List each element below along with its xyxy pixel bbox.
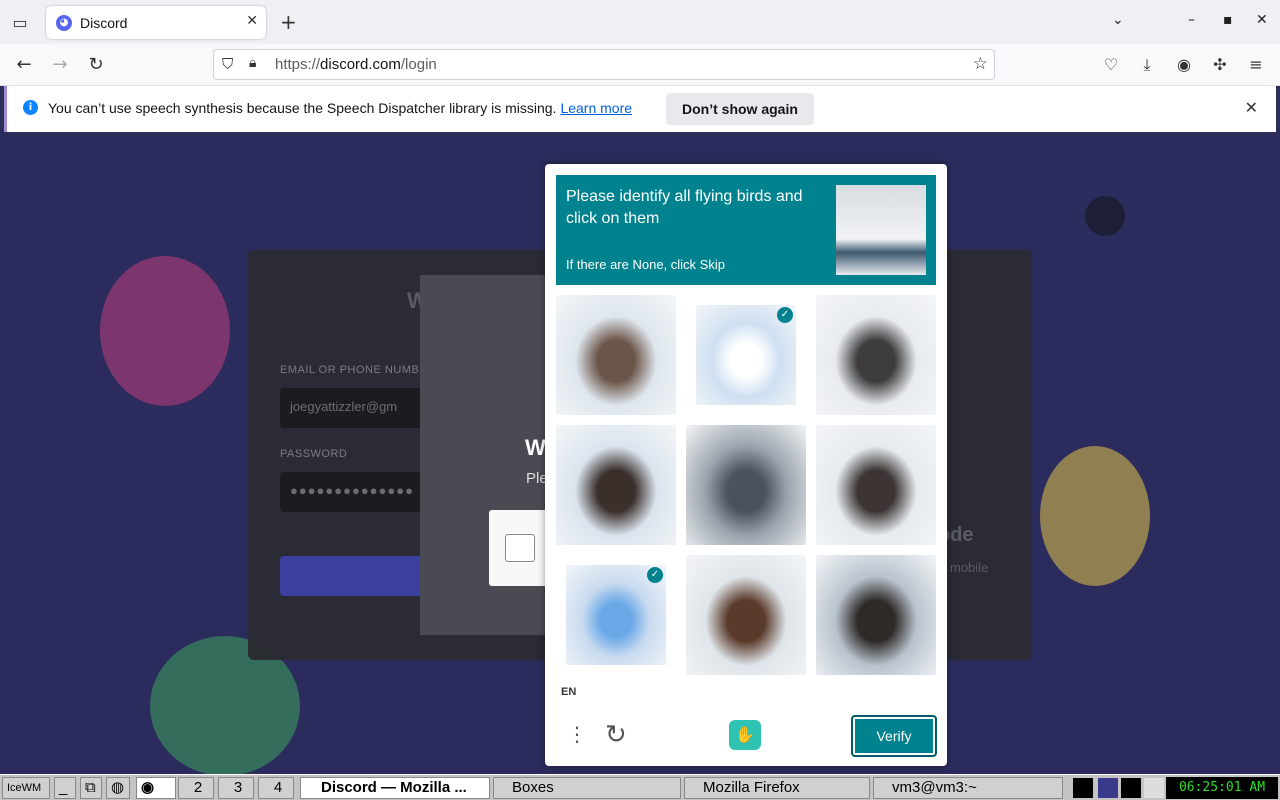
url-text[interactable]: https://discord.com/login (275, 56, 437, 73)
captcha-image (556, 425, 676, 545)
tab-title: Discord (80, 14, 128, 31)
challenge-prompt: Please identify all flying birds and cli… (556, 175, 936, 285)
close-window-icon[interactable]: ✕ (1256, 12, 1268, 28)
captcha-image-cell[interactable] (556, 295, 676, 415)
shield-icon[interactable]: ⛉ (222, 55, 233, 73)
lock-icon[interactable]: 🔒︎ (249, 55, 256, 71)
downloads-icon[interactable]: ⤓ (1137, 55, 1157, 75)
hcaptcha-logo-icon[interactable]: ✋ (729, 720, 761, 750)
taskbar-window-firefox[interactable]: Mozilla Firefox (684, 777, 870, 799)
captcha-image (556, 295, 676, 415)
captcha-image-cell[interactable]: ✓ (556, 555, 676, 675)
clock: 06:25:01 AM (1166, 777, 1278, 799)
captcha-image-cell[interactable] (556, 425, 676, 545)
captcha-image (686, 555, 806, 675)
memory-monitor-icon (1121, 778, 1141, 798)
cpu-monitor-icon (1073, 778, 1093, 798)
hcaptcha-checkbox-widget (489, 510, 549, 586)
bookmark-star-icon[interactable]: ☆ (973, 54, 988, 74)
prompt-text: Please identify all flying birds and cli… (566, 188, 803, 227)
captcha-image-cell[interactable] (816, 425, 936, 545)
new-tab-icon[interactable]: + (280, 10, 297, 34)
menu-icon[interactable]: ≡ (1246, 55, 1266, 74)
maximize-icon[interactable]: ▪ (1223, 12, 1233, 28)
pocket-icon[interactable]: ♡ (1101, 55, 1121, 74)
workspace-1[interactable]: ◉ (136, 777, 176, 799)
captcha-image-cell[interactable]: ✓ (686, 295, 806, 415)
dont-show-again-button[interactable]: Don’t show again (666, 93, 814, 125)
hcaptcha-checkbox[interactable] (505, 534, 535, 562)
back-icon[interactable]: ← (13, 54, 35, 75)
captcha-dialog-title-partial: W (525, 435, 546, 460)
list-all-tabs-icon[interactable]: ⌄ (1112, 12, 1124, 28)
learn-more-link[interactable]: Learn more (560, 100, 632, 116)
selected-check-icon: ✓ (647, 567, 663, 583)
captcha-image (816, 425, 936, 545)
tab-discord[interactable]: ◕ Discord ✕ (46, 6, 266, 39)
browser-launcher-icon[interactable]: ◍ (106, 777, 130, 799)
workspace-4[interactable]: 4 (258, 777, 294, 799)
taskbar-window-discord[interactable]: Discord — Mozilla ... (300, 777, 490, 799)
email-label: EMAIL OR PHONE NUMBER (280, 364, 436, 376)
taskbar-window-boxes[interactable]: Boxes (493, 777, 681, 799)
close-tab-icon[interactable]: ✕ (246, 13, 258, 29)
network-monitor-icon (1098, 778, 1118, 798)
captcha-image (816, 555, 936, 675)
password-label: PASSWORD (280, 448, 348, 460)
minimize-icon[interactable]: – (1188, 12, 1195, 28)
close-notification-icon[interactable]: ✕ (1245, 98, 1258, 117)
verify-button[interactable]: Verify (851, 715, 937, 757)
url-path: /login (400, 56, 437, 73)
discord-favicon-icon: ◕ (56, 14, 72, 31)
url-domain: discord.com (320, 56, 401, 73)
notification-bar: i You can’t use speech synthesis because… (4, 86, 1276, 132)
image-grid: ✓ ✓ (556, 295, 936, 675)
captcha-image-cell[interactable] (686, 425, 806, 545)
forward-icon[interactable]: → (49, 54, 71, 75)
mail-icon[interactable] (1144, 778, 1164, 798)
hcaptcha-challenge: Please identify all flying birds and cli… (545, 164, 947, 766)
window-list-icon[interactable]: ⧉ (80, 777, 102, 799)
icewm-start-button[interactable]: IceWM (2, 777, 50, 799)
navigation-bar: ← → ↻ ⛉ 🔒︎ https://discord.com/login ☆ ♡… (0, 44, 1280, 86)
url-prefix: https:// (275, 56, 321, 73)
prompt-subtext: If there are None, click Skip (566, 257, 725, 272)
tab-bar: ▭ ◕ Discord ✕ + ⌄ – ▪ ✕ (0, 0, 1280, 44)
captcha-image (686, 425, 806, 545)
illustration-character-left (100, 256, 230, 406)
captcha-image (816, 295, 936, 415)
extensions-icon[interactable]: ✣ (1210, 55, 1230, 74)
account-icon[interactable]: ◉ (1174, 55, 1194, 74)
reload-icon[interactable]: ↻ (85, 54, 107, 75)
captcha-image-cell[interactable] (816, 295, 936, 415)
show-desktop-icon[interactable]: _ (54, 777, 76, 799)
notification-message: You can’t use speech synthesis because t… (48, 100, 632, 116)
workspace-3[interactable]: 3 (218, 777, 254, 799)
selected-check-icon: ✓ (777, 307, 793, 323)
notification-text: You can’t use speech synthesis because t… (48, 100, 557, 116)
info-icon: i (23, 100, 38, 115)
illustration-character-right (1040, 446, 1150, 586)
tab-overview-icon[interactable]: ▭ (8, 10, 32, 34)
illustration-bird (1085, 196, 1125, 236)
language-selector[interactable]: EN (561, 686, 576, 698)
captcha-image-cell[interactable] (816, 555, 936, 675)
captcha-image-cell[interactable] (686, 555, 806, 675)
qr-subtitle-partial: mobile (950, 560, 989, 575)
taskbar-window-terminal[interactable]: vm3@vm3:~ (873, 777, 1063, 799)
taskbar: IceWM _ ⧉ ◍ ◉ 2 3 4 Discord — Mozilla ..… (0, 774, 1280, 800)
more-options-icon[interactable]: ⋮ (567, 722, 587, 746)
sample-image (836, 185, 926, 275)
url-bar[interactable]: ⛉ 🔒︎ https://discord.com/login ☆ (213, 49, 995, 80)
refresh-challenge-icon[interactable]: ↻ (605, 720, 627, 750)
workspace-2[interactable]: 2 (178, 777, 214, 799)
